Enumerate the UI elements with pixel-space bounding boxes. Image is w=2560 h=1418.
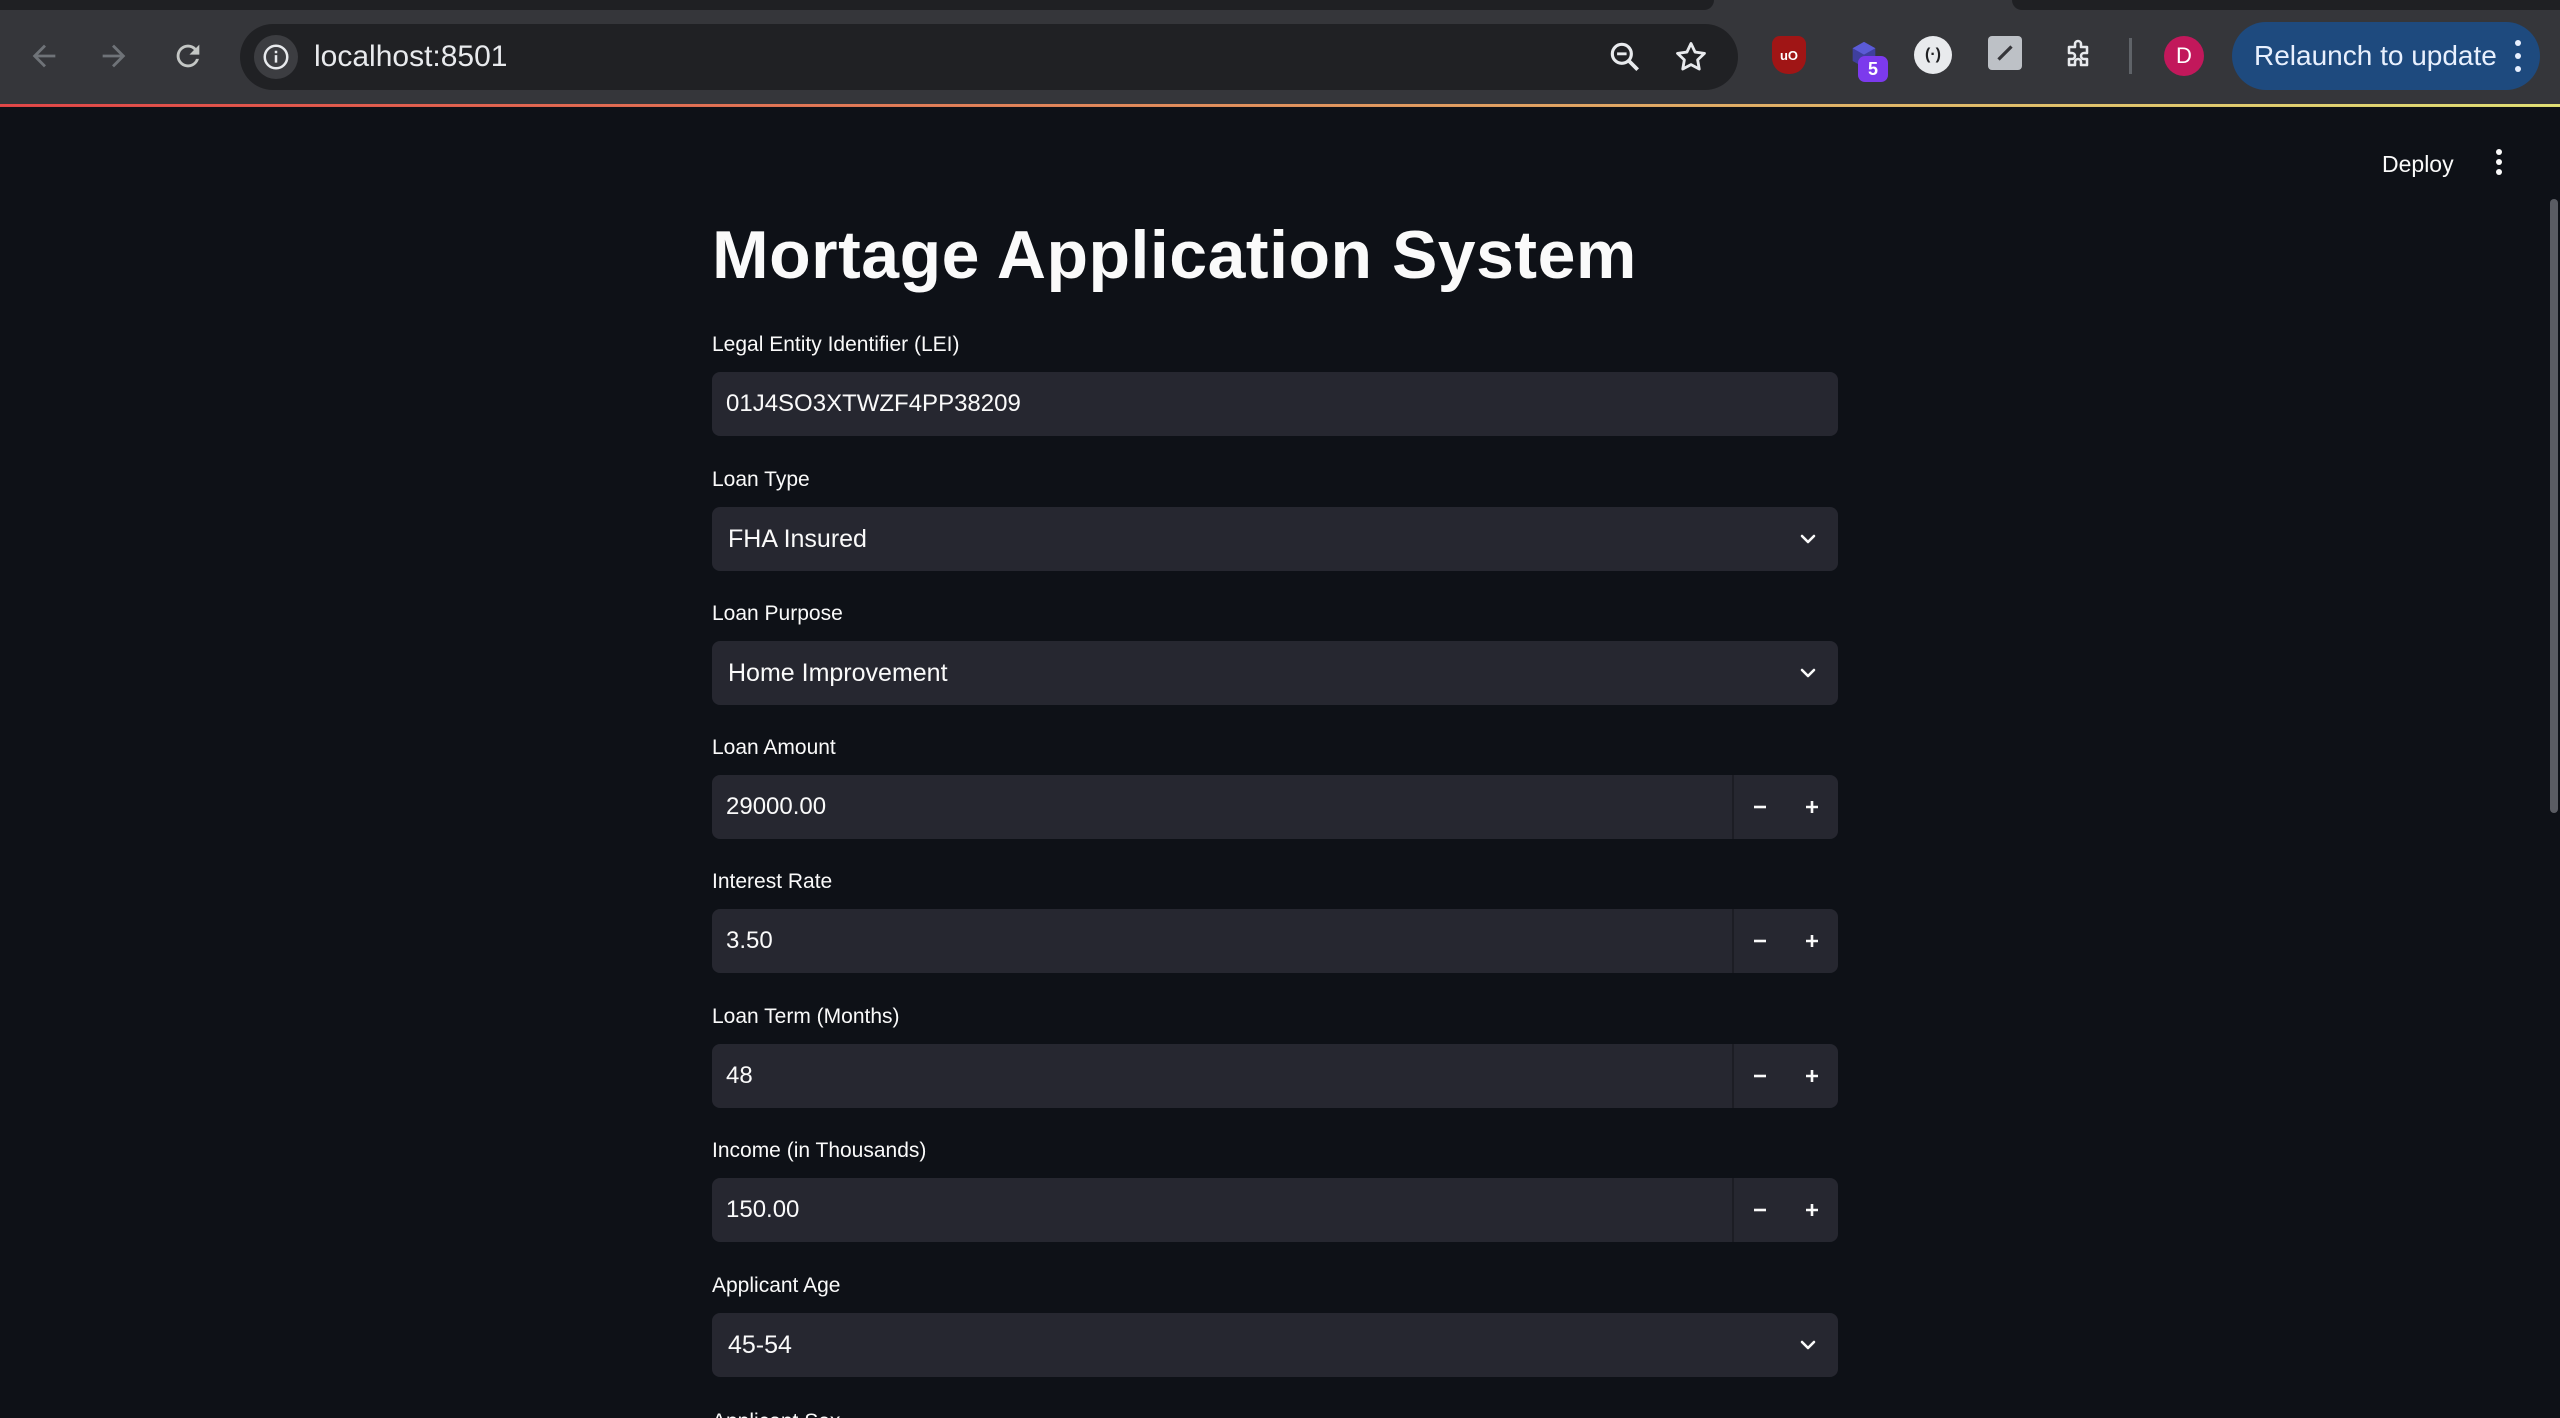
- loan-term-field: Loan Term (Months) 48: [712, 1004, 1838, 1108]
- lei-value: 01J4SO3XTWZF4PP38209: [726, 390, 1021, 417]
- url-text[interactable]: localhost:8501: [314, 24, 507, 90]
- reload-button[interactable]: [166, 34, 210, 78]
- loan-amount-input[interactable]: 29000.00: [712, 775, 1838, 839]
- interest-rate-input[interactable]: 3.50: [712, 909, 1838, 973]
- arrow-left-icon: [32, 44, 56, 68]
- loan-type-label: Loan Type: [712, 468, 810, 491]
- income-value: 150.00: [726, 1196, 800, 1223]
- profile-avatar[interactable]: D: [2164, 36, 2204, 76]
- applicant-age-field: Applicant Age 45-54: [712, 1273, 1838, 1377]
- minus-icon: [1754, 1074, 1766, 1078]
- loan-term-value: 48: [726, 1062, 753, 1089]
- interest-rate-label: Interest Rate: [712, 870, 833, 893]
- tab-strip-right: [2012, 0, 2560, 10]
- browser-toolbar: localhost:8501 uO 5 (·) D Relaunch to up…: [0, 0, 2560, 106]
- forward-button[interactable]: [92, 34, 136, 78]
- minus-icon: [1754, 939, 1766, 943]
- loan-term-decrement-button[interactable]: [1734, 1044, 1786, 1108]
- loan-purpose-label: Loan Purpose: [712, 602, 843, 625]
- extension-note-icon[interactable]: [1988, 36, 2022, 70]
- loan-amount-decrement-button[interactable]: [1734, 775, 1786, 839]
- minus-icon: [1754, 1208, 1766, 1212]
- applicant-age-select[interactable]: 45-54: [712, 1313, 1838, 1377]
- plus-icon: [1806, 801, 1818, 813]
- income-field: Income (in Thousands) 150.00: [712, 1138, 1838, 1242]
- loan-purpose-value: Home Improvement: [728, 659, 948, 687]
- chevron-down-icon: [1800, 534, 1816, 544]
- loan-purpose-select[interactable]: Home Improvement: [712, 641, 1838, 705]
- applicant-age-value: 45-54: [728, 1331, 792, 1359]
- main-menu-icon[interactable]: [2484, 147, 2514, 177]
- interest-rate-decrement-button[interactable]: [1734, 909, 1786, 973]
- plus-icon: [1806, 935, 1818, 947]
- back-button[interactable]: [22, 34, 66, 78]
- address-bar[interactable]: localhost:8501: [240, 24, 1738, 90]
- toolbar-divider: [2129, 38, 2132, 74]
- interest-rate-field: Interest Rate 3.50: [712, 869, 1838, 973]
- loan-amount-field: Loan Amount 29000.00: [712, 735, 1838, 839]
- extensions-puzzle-icon[interactable]: [2058, 36, 2098, 76]
- income-increment-button[interactable]: [1786, 1178, 1838, 1242]
- bookmark-star-icon[interactable]: [1672, 38, 1710, 76]
- lei-input[interactable]: 01J4SO3XTWZF4PP38209: [712, 372, 1838, 436]
- chevron-down-icon: [1800, 668, 1816, 678]
- loan-term-label: Loan Term (Months): [712, 1005, 900, 1028]
- loan-type-select[interactable]: FHA Insured: [712, 507, 1838, 571]
- chevron-down-icon: [1800, 1340, 1816, 1350]
- plus-icon: [1806, 1204, 1818, 1216]
- applicant-age-label: Applicant Age: [712, 1274, 841, 1297]
- lei-field: Legal Entity Identifier (LEI) 01J4SO3XTW…: [712, 332, 1838, 436]
- income-label: Income (in Thousands): [712, 1139, 927, 1162]
- arrow-right-icon: [102, 44, 126, 68]
- applicant-sex-label: Applicant Sex: [712, 1409, 1838, 1418]
- zoom-icon[interactable]: [1606, 38, 1644, 76]
- deploy-button[interactable]: Deploy: [2374, 147, 2462, 182]
- loan-purpose-field: Loan Purpose Home Improvement: [712, 601, 1838, 705]
- app-view: Deploy Mortage Application System Legal …: [0, 107, 2560, 1418]
- income-input[interactable]: 150.00: [712, 1178, 1838, 1242]
- page-title: Mortage Application System: [712, 217, 1637, 293]
- plus-icon: [1806, 1070, 1818, 1082]
- info-icon: [263, 44, 289, 70]
- relaunch-button[interactable]: Relaunch to update: [2232, 22, 2540, 90]
- loan-amount-increment-button[interactable]: [1786, 775, 1838, 839]
- tab-strip: [0, 0, 1714, 10]
- relaunch-label: Relaunch to update: [2254, 40, 2497, 71]
- loan-type-field: Loan Type FHA Insured: [712, 467, 1838, 571]
- loan-amount-value: 29000.00: [726, 793, 827, 820]
- interest-rate-increment-button[interactable]: [1786, 909, 1838, 973]
- site-info-button[interactable]: [254, 35, 298, 79]
- loan-amount-label: Loan Amount: [712, 736, 836, 759]
- minus-icon: [1754, 805, 1766, 809]
- extension-badge: 5: [1858, 56, 1888, 82]
- applicant-sex-field: Applicant Sex: [712, 1409, 1838, 1418]
- loan-type-value: FHA Insured: [728, 525, 867, 553]
- ublock-origin-icon[interactable]: uO: [1772, 36, 1806, 74]
- extension-circle-icon[interactable]: (·): [1914, 36, 1952, 74]
- loan-term-input[interactable]: 48: [712, 1044, 1838, 1108]
- lei-label: Legal Entity Identifier (LEI): [712, 333, 960, 356]
- loan-term-increment-button[interactable]: [1786, 1044, 1838, 1108]
- income-decrement-button[interactable]: [1734, 1178, 1786, 1242]
- reload-icon: [176, 44, 200, 68]
- more-vert-icon: [2514, 40, 2522, 72]
- interest-rate-value: 3.50: [726, 927, 773, 954]
- scrollbar[interactable]: [2550, 199, 2558, 813]
